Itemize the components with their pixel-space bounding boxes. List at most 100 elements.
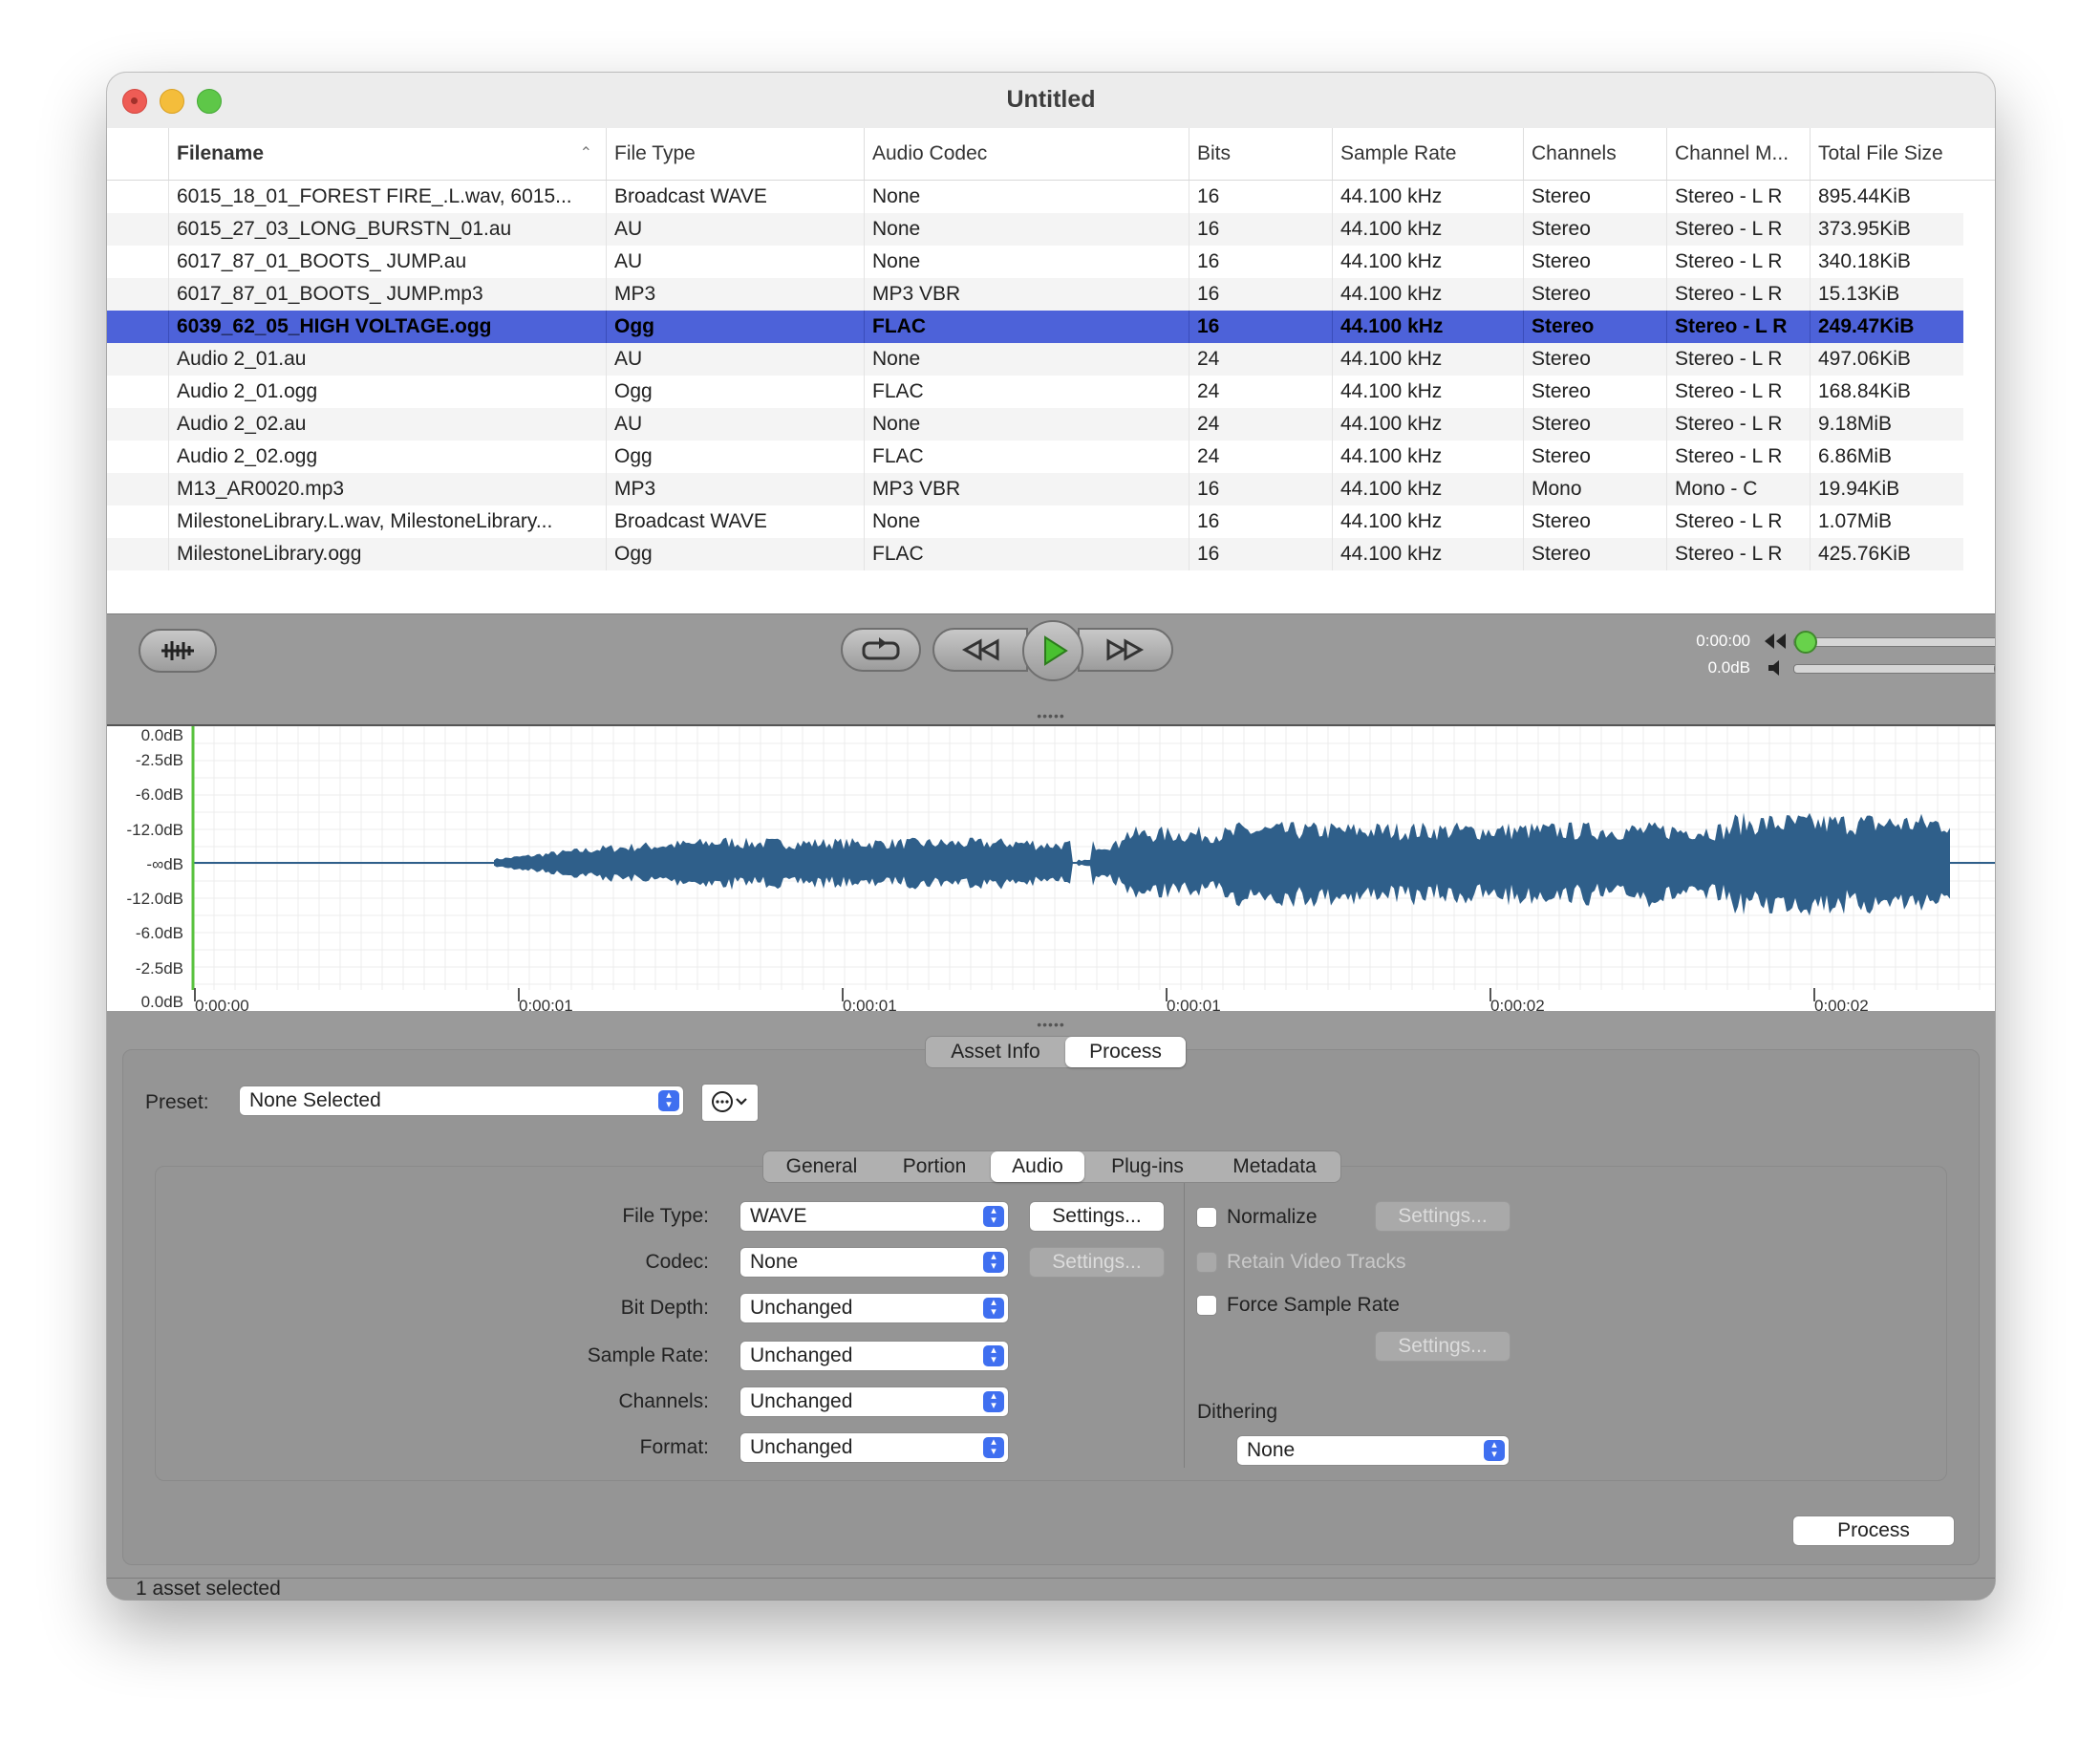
popup-stepper-icon: ▴ ▾	[983, 1437, 1004, 1458]
preset-select[interactable]: None Selected ▴ ▾	[239, 1085, 684, 1116]
tab-asset-info[interactable]: Asset Info	[926, 1037, 1065, 1067]
table-cell: 24	[1189, 343, 1332, 376]
title-bar: Untitled	[107, 73, 1995, 129]
table-cell: AU	[606, 408, 864, 441]
rewind-icon	[961, 638, 999, 661]
status-text: 1 asset selected	[136, 1578, 281, 1600]
waveform-toggle-button[interactable]	[139, 629, 217, 673]
normalize-settings-button[interactable]: Settings...	[1375, 1201, 1511, 1232]
play-button[interactable]	[1022, 620, 1083, 681]
splitter-grip[interactable]: •••••	[107, 708, 1995, 723]
table-cell: Stereo - L R	[1666, 343, 1810, 376]
volume-slider[interactable]	[1793, 657, 1995, 680]
column-header-channel-mapping[interactable]: Channel M...	[1666, 128, 1810, 180]
db-scale-label: 0.0dB	[140, 726, 183, 744]
table-row[interactable]: 6039_62_05_HIGH VOLTAGE.ogg Ogg FLAC 16 44.1…	[107, 311, 1963, 343]
force-sample-rate-label: Force Sample Rate	[1227, 1294, 1400, 1316]
panel-divider	[1184, 1183, 1185, 1468]
volume-slider-knob[interactable]	[1994, 657, 1995, 680]
table-cell: Stereo	[1523, 505, 1666, 538]
table-cell-blank	[107, 181, 168, 213]
table-row[interactable]: 6015_27_03_LONG_BURSTN_01.au AU None 16 44.1…	[107, 213, 1963, 246]
audio-field-select[interactable]: Unchanged ▴ ▾	[739, 1293, 1009, 1323]
gain-readout: 0.0dB	[1707, 658, 1750, 677]
subtab-metadata[interactable]: Metadata	[1209, 1151, 1340, 1182]
loop-button[interactable]	[841, 628, 921, 672]
table-cell: 44.100 kHz	[1332, 473, 1523, 505]
table-row[interactable]: MilestoneLibrary.L.wav, MilestoneLibrary…	[107, 505, 1963, 538]
table-row[interactable]: Audio 2_02.au AU None 24 44.100 kHz Stereo Ste…	[107, 408, 1963, 441]
table-cell: Ogg	[606, 538, 864, 570]
process-button[interactable]: Process	[1792, 1515, 1955, 1546]
table-cell: Stereo - L R	[1666, 278, 1810, 311]
table-cell: None	[864, 343, 1189, 376]
table-cell: Stereo - L R	[1666, 441, 1810, 473]
table-row[interactable]: 6015_18_01_FOREST FIRE_.L.wav, 6015... Br…	[107, 181, 1963, 213]
rewind-button[interactable]	[932, 628, 1028, 672]
dithering-select[interactable]: None ▴ ▾	[1236, 1435, 1510, 1466]
table-cell: 6039_62_05_HIGH VOLTAGE.ogg	[168, 311, 606, 343]
table-cell: Broadcast WAVE	[606, 181, 864, 213]
table-cell: 16	[1189, 311, 1332, 343]
splitter-grip-lower[interactable]: •••••	[107, 1017, 1995, 1032]
audio-field-label: Sample Rate:	[587, 1344, 709, 1366]
table-row[interactable]: Audio 2_02.ogg Ogg FLAC 24 44.100 kHz Stereo S…	[107, 441, 1963, 473]
position-slider[interactable]	[1793, 631, 1995, 654]
db-scale-label: -2.5dB	[135, 751, 183, 769]
tab-process[interactable]: Process	[1065, 1037, 1186, 1067]
table-cell: 6015_18_01_FOREST FIRE_.L.wav, 6015...	[168, 181, 606, 213]
table-cell: 44.100 kHz	[1332, 441, 1523, 473]
position-slider-knob[interactable]	[1794, 631, 1817, 654]
table-row[interactable]: MilestoneLibrary.ogg Ogg FLAC 16 44.100 kHz S…	[107, 538, 1963, 570]
audio-field-label: File Type:	[622, 1205, 709, 1227]
table-row[interactable]: M13_AR0020.mp3 MP3 MP3 VBR 16 44.100 kHz Mono…	[107, 473, 1963, 505]
table-cell: Stereo - L R	[1666, 311, 1810, 343]
table-cell: 44.100 kHz	[1332, 246, 1523, 278]
subtab-general[interactable]: General	[763, 1151, 880, 1182]
normalize-checkbox[interactable]	[1196, 1207, 1217, 1228]
codec-settings-button[interactable]: Settings...	[1029, 1247, 1165, 1278]
audio-field-select[interactable]: Unchanged ▴ ▾	[739, 1386, 1009, 1417]
column-header-channels[interactable]: Channels	[1523, 128, 1666, 180]
table-cell: Stereo	[1523, 246, 1666, 278]
dithering-value: None	[1247, 1439, 1296, 1461]
retain-video-tracks-checkbox[interactable]	[1196, 1252, 1217, 1273]
skip-back-icon[interactable]	[1763, 631, 1788, 652]
force-sample-rate-checkbox[interactable]	[1196, 1295, 1217, 1316]
table-cell: Stereo	[1523, 376, 1666, 408]
column-header-audio-codec[interactable]: Audio Codec	[864, 128, 1189, 180]
table-cell: 44.100 kHz	[1332, 181, 1523, 213]
table-cell: AU	[606, 246, 864, 278]
audio-field-select[interactable]: None ▴ ▾	[739, 1247, 1009, 1278]
audio-field-select[interactable]: Unchanged ▴ ▾	[739, 1432, 1009, 1463]
table-cell: MP3 VBR	[864, 473, 1189, 505]
waveform-view[interactable]: 0.0dB -2.5dB -6.0dB -12.0dB -∞dB -12.0dB -6.0d…	[107, 724, 1995, 1015]
subtab-audio[interactable]: Audio	[991, 1151, 1084, 1182]
table-cell: Stereo	[1523, 278, 1666, 311]
subtab-portion[interactable]: Portion	[880, 1151, 989, 1182]
audio-field-select[interactable]: WAVE ▴ ▾	[739, 1201, 1009, 1232]
column-header-total-file-size[interactable]: Total File Size	[1810, 128, 1963, 180]
table-cell: 895.44KiB	[1810, 181, 1963, 213]
table-cell-blank	[107, 246, 168, 278]
file-type-settings-button[interactable]: Settings...	[1029, 1201, 1165, 1232]
audio-field-select[interactable]: Unchanged ▴ ▾	[739, 1341, 1009, 1371]
fast-forward-button[interactable]	[1078, 628, 1173, 672]
ellipsis-circle-icon	[712, 1091, 747, 1112]
window-title: Untitled	[1006, 86, 1096, 113]
table-cell: 6015_27_03_LONG_BURSTN_01.au	[168, 213, 606, 246]
column-header-sample-rate[interactable]: Sample Rate	[1332, 128, 1523, 180]
table-row[interactable]: Audio 2_01.ogg Ogg FLAC 24 44.100 kHz Stereo S…	[107, 376, 1963, 408]
column-header-bits[interactable]: Bits	[1189, 128, 1332, 180]
table-cell: 16	[1189, 246, 1332, 278]
column-header-file-type[interactable]: File Type	[606, 128, 864, 180]
force-sample-rate-settings-button[interactable]: Settings...	[1375, 1331, 1511, 1362]
subtab-plug-ins[interactable]: Plug-ins	[1086, 1151, 1209, 1182]
db-scale-label: 0.0dB	[140, 993, 183, 1011]
table-row[interactable]: 6017_87_01_BOOTS_ JUMP.mp3 MP3 MP3 VBR 16 44…	[107, 278, 1963, 311]
table-row[interactable]: 6017_87_01_BOOTS_ JUMP.au AU None 16 44.100 …	[107, 246, 1963, 278]
table-row[interactable]: Audio 2_01.au AU None 24 44.100 kHz Stereo Ste…	[107, 343, 1963, 376]
preset-actions-button[interactable]	[701, 1084, 759, 1122]
table-cell: Stereo	[1523, 213, 1666, 246]
column-header-filename[interactable]: Filename ⌃	[168, 128, 606, 180]
